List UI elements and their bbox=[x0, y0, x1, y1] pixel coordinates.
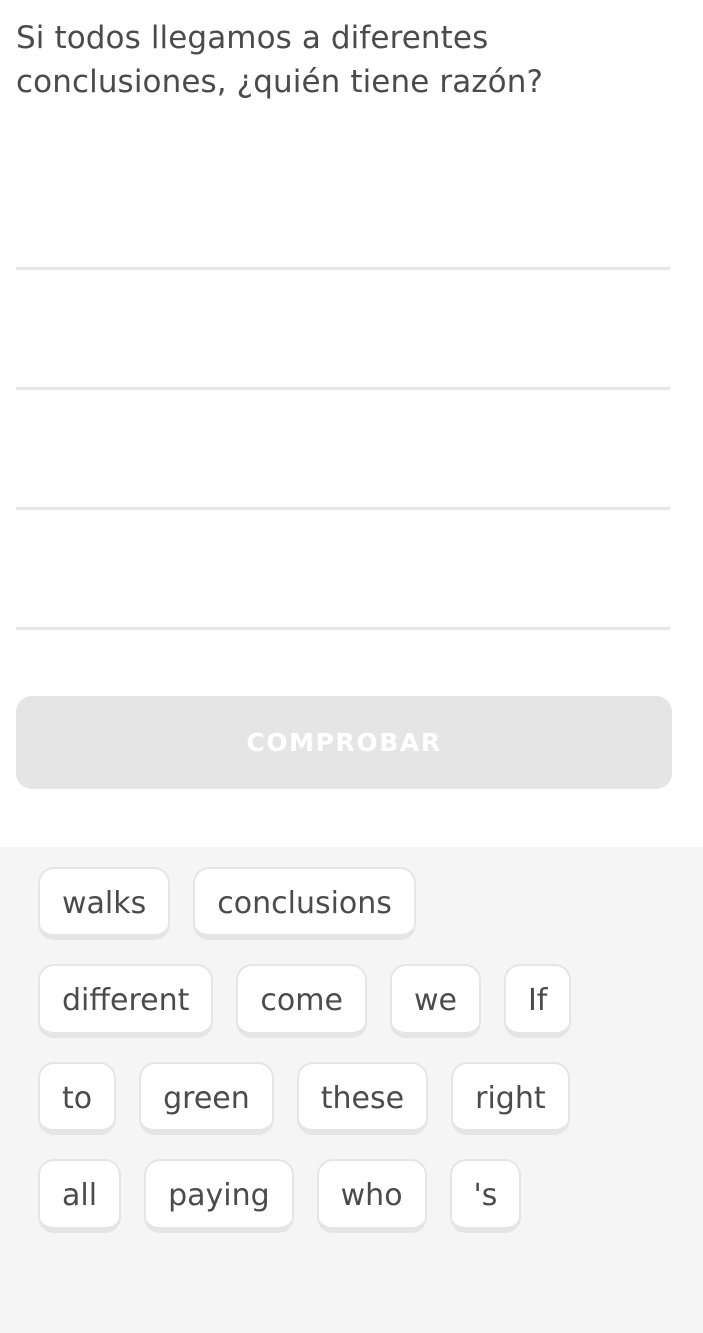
word-bank-rows: walks conclusions different come we If to green… bbox=[16, 867, 687, 1233]
word-bank: walks conclusions different come we If to green… bbox=[0, 847, 703, 1333]
word-bank-row: walks conclusions bbox=[16, 867, 687, 941]
word-tile[interactable]: all bbox=[38, 1159, 122, 1233]
check-button-row: COMPROBAR bbox=[0, 630, 703, 847]
answer-line[interactable] bbox=[16, 510, 670, 631]
word-tile[interactable]: green bbox=[139, 1061, 274, 1136]
word-bank-row: all paying who 's bbox=[16, 1159, 687, 1233]
word-tile[interactable]: these bbox=[296, 1061, 429, 1136]
check-button[interactable]: COMPROBAR bbox=[16, 696, 672, 790]
exercise-screen: Si todos llegamos a diferentes conclusio… bbox=[0, 0, 703, 1333]
answer-line[interactable] bbox=[16, 390, 670, 511]
answer-area bbox=[0, 150, 703, 631]
word-tile[interactable]: right bbox=[451, 1061, 570, 1136]
word-tile[interactable]: to bbox=[38, 1061, 117, 1136]
word-tile[interactable]: come bbox=[236, 964, 367, 1038]
word-tile[interactable]: paying bbox=[144, 1159, 294, 1233]
word-tile[interactable]: walks bbox=[38, 867, 171, 941]
word-tile[interactable]: we bbox=[389, 964, 481, 1038]
exercise-top-section: Si todos llegamos a diferentes conclusio… bbox=[0, 0, 703, 848]
answer-line[interactable] bbox=[16, 270, 670, 391]
word-bank-row: to green these right bbox=[16, 1061, 687, 1136]
word-tile[interactable]: who bbox=[316, 1159, 427, 1233]
word-bank-row: different come we If bbox=[16, 964, 687, 1038]
answer-lines-container[interactable] bbox=[16, 150, 670, 631]
page-title: Si todos llegamos a diferentes conclusio… bbox=[16, 20, 544, 101]
word-tile[interactable]: conclusions bbox=[193, 867, 416, 941]
answer-line[interactable] bbox=[16, 150, 670, 271]
word-tile[interactable]: 's bbox=[449, 1159, 522, 1233]
answer-line-tokens bbox=[16, 262, 670, 263]
answer-line-tokens bbox=[16, 382, 670, 383]
word-tile[interactable]: different bbox=[38, 964, 214, 1038]
answer-line-tokens bbox=[16, 502, 670, 503]
word-tile[interactable]: If bbox=[503, 964, 572, 1038]
answer-line-tokens bbox=[16, 622, 670, 623]
